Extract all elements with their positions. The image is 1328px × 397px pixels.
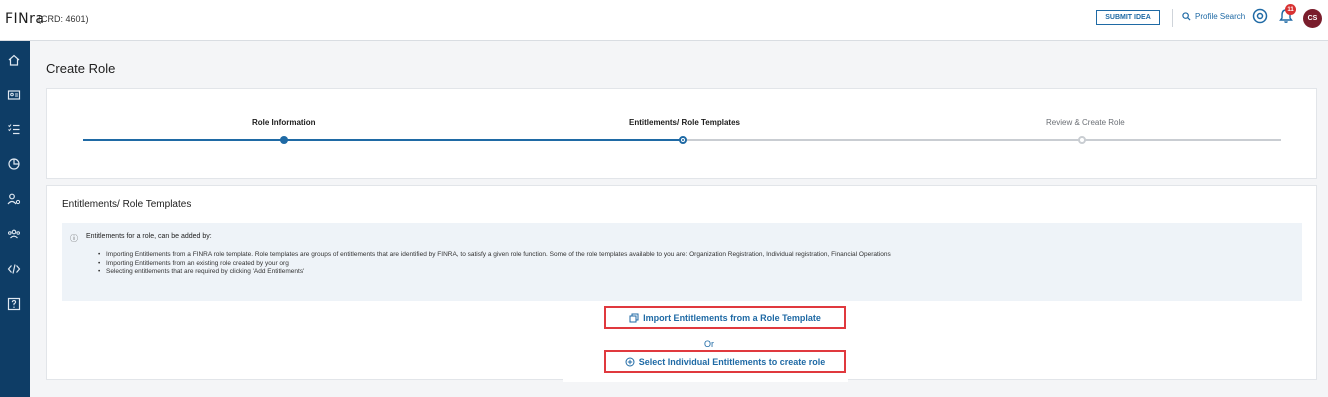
stepper: Role Information Entitlements/ Role Temp… bbox=[46, 88, 1317, 179]
stepper-track-pending bbox=[683, 139, 1281, 141]
info-box: ⓘ Entitlements for a role, can be added … bbox=[62, 223, 1302, 301]
import-entitlements-button[interactable]: Import Entitlements from a Role Template bbox=[604, 306, 846, 329]
user-settings-icon[interactable] bbox=[7, 192, 21, 206]
step-dot-entitlements[interactable] bbox=[679, 136, 687, 144]
list-item: Importing Entitlements from an existing … bbox=[98, 260, 891, 269]
profile-search-link[interactable]: Profile Search bbox=[1182, 12, 1245, 21]
sidebar bbox=[0, 41, 30, 397]
profile-search-label: Profile Search bbox=[1195, 12, 1246, 21]
entitlements-title: Entitlements/ Role Templates bbox=[62, 199, 192, 210]
list-item: Selecting entitlements that are required… bbox=[98, 268, 891, 277]
import-entitlements-label: Import Entitlements from a Role Template bbox=[643, 312, 821, 323]
step-dot-review-create bbox=[1078, 136, 1086, 144]
add-circle-icon bbox=[625, 357, 635, 366]
step-label-review-create: Review & Create Role bbox=[1046, 118, 1125, 127]
copy-icon bbox=[629, 313, 639, 322]
id-card-icon[interactable] bbox=[7, 88, 21, 102]
info-list: Importing Entitlements from a FINRA role… bbox=[98, 251, 891, 277]
help-icon[interactable] bbox=[7, 297, 21, 311]
checklist-icon[interactable] bbox=[7, 122, 21, 136]
people-icon[interactable] bbox=[7, 227, 21, 241]
crd-label: (CRD: 4601) bbox=[38, 14, 89, 24]
info-icon: ⓘ bbox=[70, 234, 78, 243]
or-separator: Or bbox=[704, 339, 714, 349]
notification-badge: 11 bbox=[1285, 4, 1296, 15]
header-divider bbox=[1172, 9, 1173, 27]
top-bar: FINra (CRD: 4601) SUBMIT IDEA Profile Se… bbox=[0, 0, 1328, 41]
home-icon[interactable] bbox=[7, 53, 21, 67]
step-dot-role-information[interactable] bbox=[280, 136, 288, 144]
search-icon bbox=[1182, 12, 1191, 21]
list-item: Importing Entitlements from a FINRA role… bbox=[98, 251, 891, 260]
step-label-role-information: Role Information bbox=[252, 118, 316, 127]
code-icon[interactable] bbox=[7, 262, 21, 276]
submit-idea-button[interactable]: SUBMIT IDEA bbox=[1096, 10, 1160, 25]
page-title: Create Role bbox=[46, 61, 116, 76]
avatar[interactable]: CS bbox=[1303, 9, 1322, 28]
stepper-track-complete bbox=[83, 139, 683, 141]
select-entitlements-button[interactable]: Select Individual Entitlements to create… bbox=[604, 350, 846, 373]
pie-chart-icon[interactable] bbox=[7, 157, 21, 171]
select-entitlements-label: Select Individual Entitlements to create… bbox=[638, 356, 826, 367]
step-label-entitlements: Entitlements/ Role Templates bbox=[629, 118, 740, 127]
info-heading: Entitlements for a role, can be added by… bbox=[86, 233, 212, 240]
help-tour-icon[interactable] bbox=[1252, 8, 1268, 24]
